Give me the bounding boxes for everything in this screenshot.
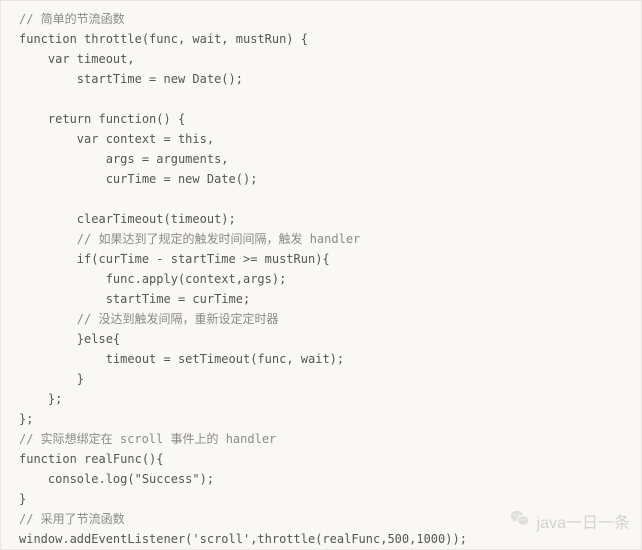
watermark: java一日一条 bbox=[509, 508, 630, 534]
watermark-text: java一日一条 bbox=[537, 509, 630, 533]
wechat-icon bbox=[509, 508, 537, 534]
code-block: // 简单的节流函数 function throttle(func, wait,… bbox=[0, 0, 642, 550]
